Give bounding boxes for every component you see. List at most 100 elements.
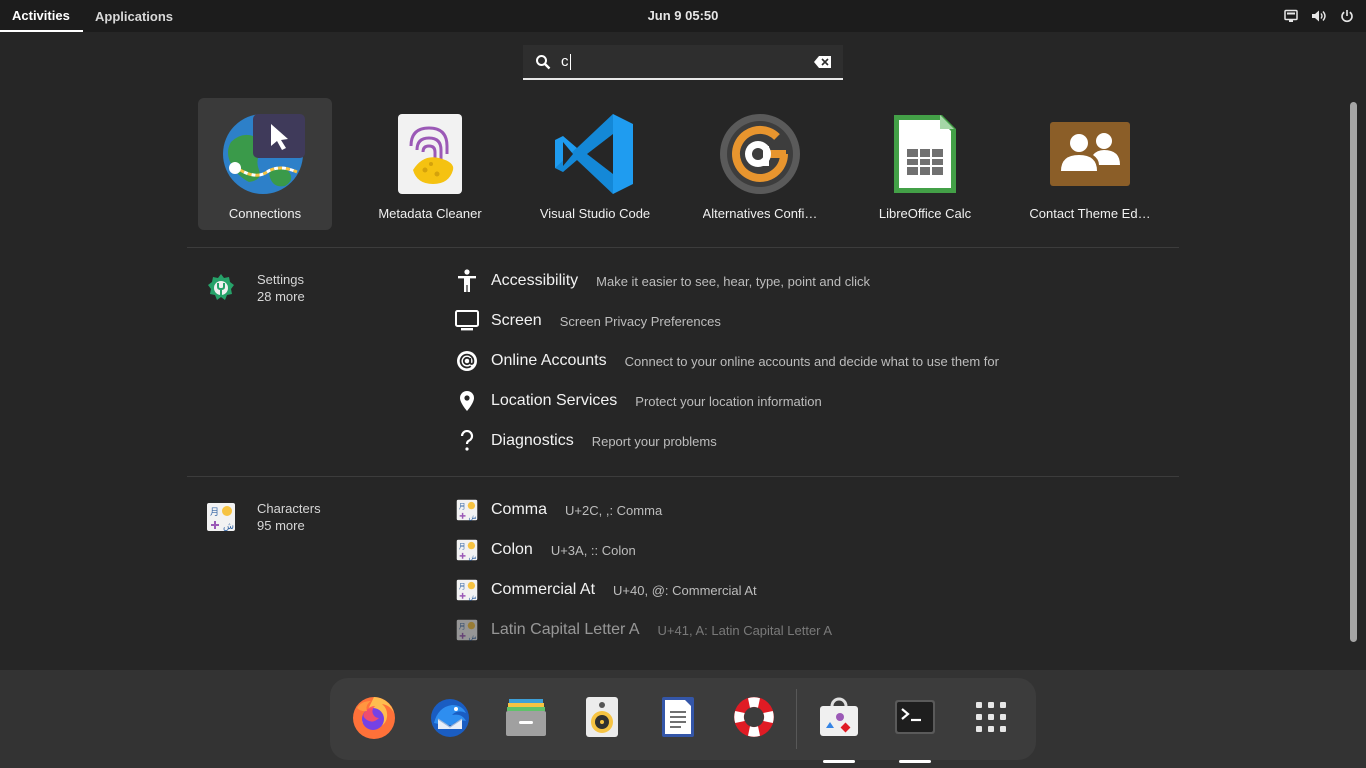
svg-text:月: 月 <box>459 583 466 591</box>
libreoffice-calc-icon <box>883 112 967 196</box>
search-entry[interactable]: c <box>523 45 843 80</box>
app-alternatives-configurator[interactable]: Alternatives Confi… <box>693 98 827 230</box>
volume-icon[interactable] <box>1310 7 1328 25</box>
characters-icon: 月ش <box>454 617 480 643</box>
status-area[interactable] <box>1282 7 1356 25</box>
result-description: U+3A, :: Colon <box>550 542 636 558</box>
dash-software[interactable] <box>807 687 871 763</box>
result-description: U+2C, ,: Comma <box>565 502 663 518</box>
show-apps-icon <box>975 701 1007 738</box>
text-editor-icon <box>661 696 695 743</box>
svg-text:ش: ش <box>468 553 476 561</box>
result-description: U+41, A: Latin Capital Letter A <box>657 622 833 638</box>
settings-results: Accessibility Make it easier to see, hea… <box>454 261 999 461</box>
dash-firefox[interactable] <box>342 687 406 751</box>
applications-menu[interactable]: Applications <box>83 9 185 24</box>
clear-search-icon[interactable] <box>813 52 833 72</box>
power-icon[interactable] <box>1338 7 1356 25</box>
result-title: Accessibility <box>491 272 579 289</box>
location-pin-icon <box>454 388 480 414</box>
section-divider <box>187 247 1179 248</box>
characters-icon: 月ش <box>454 577 480 603</box>
result-title: Latin Capital Letter A <box>491 621 640 638</box>
svg-text:ش: ش <box>223 522 234 532</box>
result-colon[interactable]: 月ش Colon U+3A, :: Colon <box>454 530 832 570</box>
dash <box>330 678 1036 763</box>
result-title: Comma <box>491 501 548 518</box>
clock-label[interactable]: Jun 9 05:50 <box>648 8 719 23</box>
characters-icon: 月ش <box>454 537 480 563</box>
app-visual-studio-code[interactable]: Visual Studio Code <box>528 98 662 230</box>
connections-icon <box>223 112 307 196</box>
activities-button[interactable]: Activities <box>0 0 83 32</box>
firefox-icon <box>351 694 397 745</box>
result-latin-capital-letter-a[interactable]: 月ش Latin Capital Letter A U+41, A: Latin… <box>454 610 832 650</box>
result-description: Connect to your online accounts and deci… <box>624 353 999 369</box>
app-label: LibreOffice Calc <box>878 206 972 221</box>
network-wired-icon[interactable] <box>1282 7 1300 25</box>
provider-info: Characters 95 more <box>257 500 321 534</box>
thunderbird-icon <box>428 695 472 744</box>
app-metadata-cleaner[interactable]: Metadata Cleaner <box>363 98 497 230</box>
app-contact-theme-editor[interactable]: Contact Theme Ed… <box>1023 98 1157 230</box>
result-comma[interactable]: 月ش Comma U+2C, ,: Comma <box>454 490 832 530</box>
search-query: c <box>561 52 569 70</box>
svg-text:月: 月 <box>459 623 466 631</box>
dash-show-apps[interactable] <box>959 687 1023 751</box>
vscode-icon <box>553 112 637 196</box>
svg-text:月: 月 <box>459 543 466 551</box>
result-online-accounts[interactable]: Online Accounts Connect to your online a… <box>454 341 999 381</box>
question-mark-icon <box>454 428 480 454</box>
provider-name: Characters <box>257 501 321 516</box>
result-diagnostics[interactable]: Diagnostics Report your problems <box>454 421 999 461</box>
settings-icon <box>204 271 238 305</box>
terminal-icon <box>894 699 936 740</box>
result-description: U+40, @: Commercial At <box>613 582 757 598</box>
dash-files[interactable] <box>494 687 558 751</box>
characters-icon: 月ش <box>454 497 480 523</box>
provider-settings[interactable]: Settings 28 more <box>204 271 305 305</box>
result-location-services[interactable]: Location Services Protect your location … <box>454 381 999 421</box>
svg-text:ش: ش <box>468 633 476 641</box>
svg-text:ش: ش <box>468 593 476 601</box>
search-icon <box>533 52 553 72</box>
provider-characters[interactable]: 月 ش Characters 95 more <box>204 500 321 534</box>
provider-info: Settings 28 more <box>257 271 305 305</box>
dash-help[interactable] <box>722 687 786 751</box>
contact-theme-icon <box>1048 112 1132 196</box>
svg-text:月: 月 <box>210 507 219 518</box>
rhythmbox-icon <box>585 696 619 743</box>
app-connections[interactable]: Connections <box>198 98 332 230</box>
app-label: Connections <box>228 206 302 221</box>
result-title: Commercial At <box>491 581 596 598</box>
online-accounts-icon <box>454 348 480 374</box>
app-libreoffice-calc[interactable]: LibreOffice Calc <box>858 98 992 230</box>
metadata-cleaner-icon <box>388 112 472 196</box>
result-screen[interactable]: Screen Screen Privacy Preferences <box>454 301 999 341</box>
dash-rhythmbox[interactable] <box>570 687 634 751</box>
app-label: Visual Studio Code <box>539 206 651 221</box>
result-title: Online Accounts <box>491 352 607 369</box>
result-description: Report your problems <box>591 433 717 449</box>
result-accessibility[interactable]: Accessibility Make it easier to see, hea… <box>454 261 999 301</box>
accessibility-icon <box>454 268 480 294</box>
alternatives-icon <box>718 112 802 196</box>
running-indicator <box>823 760 855 763</box>
result-description: Screen Privacy Preferences <box>559 313 721 329</box>
svg-text:月: 月 <box>459 503 466 511</box>
app-label: Metadata Cleaner <box>378 206 482 221</box>
characters-results: 月ش Comma U+2C, ,: Comma 月ش Colon U+3A, :… <box>454 490 832 650</box>
result-title: Location Services <box>491 392 618 409</box>
clock: Jun 9 05:50 <box>0 8 1366 23</box>
app-label: Alternatives Confi… <box>702 206 818 221</box>
result-title: Screen <box>491 312 542 329</box>
dash-thunderbird[interactable] <box>418 687 482 751</box>
app-results: Connections Metadata Cleaner Visual Stud… <box>198 98 1188 230</box>
results-scrollbar[interactable] <box>1350 102 1357 642</box>
dash-terminal[interactable] <box>883 687 947 763</box>
section-divider <box>187 476 1179 477</box>
files-icon <box>505 697 547 742</box>
search-input[interactable]: c <box>561 52 813 71</box>
dash-text-editor[interactable] <box>646 687 710 751</box>
result-commercial-at[interactable]: 月ش Commercial At U+40, @: Commercial At <box>454 570 832 610</box>
